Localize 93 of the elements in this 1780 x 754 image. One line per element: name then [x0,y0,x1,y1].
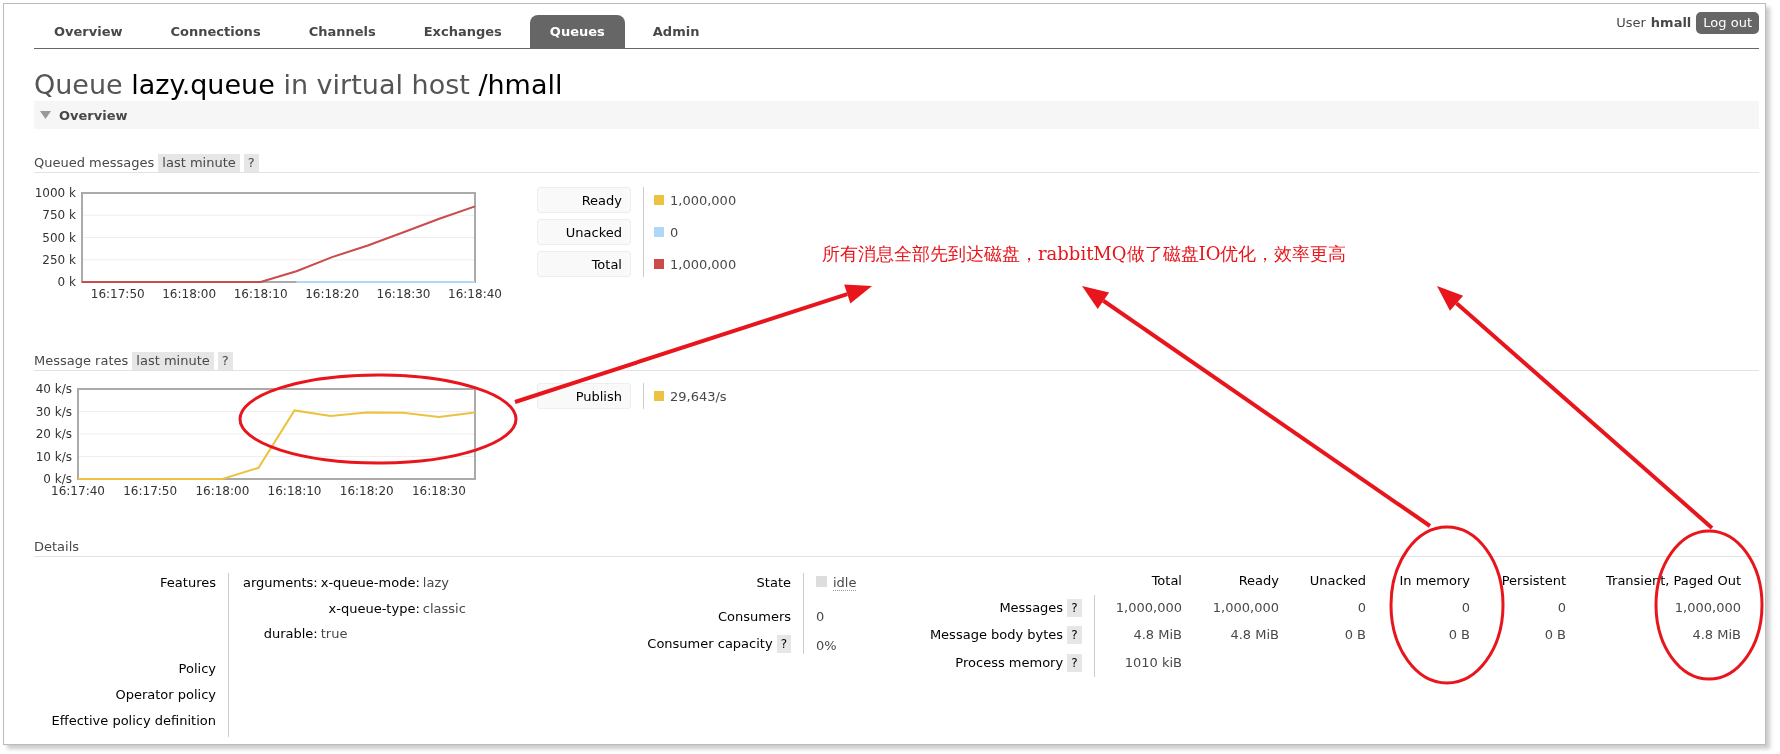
column-header: Unacked [1309,573,1366,589]
field-value: idle [833,575,857,592]
user-label: User [1616,14,1646,32]
axis-label: 16:18:20 [339,484,394,499]
table-cell: 0 B [1448,627,1470,643]
help-button[interactable]: ? [217,351,233,371]
help-button[interactable]: ? [776,635,791,654]
username: hmall [1650,14,1692,32]
help-button[interactable]: ? [243,153,259,173]
field-value: 0% [816,637,838,656]
field-label: x-queue-type: [328,600,420,616]
field-value: classic [422,600,466,616]
field-label: Operator policy [114,686,216,705]
column-header: Total [1151,573,1182,589]
legend-value: 1,000,000 [670,191,737,210]
section-heading: Details [34,537,80,556]
legend-label: Total [537,251,631,278]
column-header: In memory [1399,573,1470,589]
page-title: Queue lazy.queue in virtual host /hmall [34,69,564,102]
nav-tab[interactable]: Admin [632,15,720,48]
status-square-icon [816,576,827,588]
axis-label: 500 k [42,230,76,245]
row-label: Process memory [955,654,1064,670]
range-button[interactable]: last minute [158,153,240,173]
table-cell: 1,000,000 [1674,599,1741,615]
table-cell: 1010 kiB [1124,654,1182,670]
annotation-text: 所有消息全部先到达磁盘，rabbitMQ做了磁盘IO优化，效率更高 [822,242,1347,266]
nav-tab[interactable]: Exchanges [403,15,522,48]
axis-label: 16:18:00 [195,484,250,499]
table-cell: 0 [1461,599,1470,615]
field-value: true [320,626,348,642]
field-label: State [755,574,791,593]
axis-label: 16:18:30 [376,287,431,302]
field-value: lazy [422,575,449,591]
field-label: Effective policy definition [50,712,216,731]
help-button[interactable]: ? [1067,653,1082,672]
axis-label: 16:17:40 [51,484,105,499]
legend-label: Ready [537,187,631,214]
axis-label: 1000 k [34,187,76,201]
legend-label: Unacked [537,219,631,246]
table-cell: 0 [1357,599,1366,615]
table-cell: 4.8 MiB [1133,627,1182,643]
field-label: Consumers [716,607,791,626]
help-button[interactable]: ? [1067,626,1082,645]
legend-value: 29,643/s [670,387,727,406]
field-label: durable: [263,626,318,642]
axis-label: 16:18:30 [411,484,466,499]
nav-tab[interactable]: Overview [34,15,143,48]
legend-value: 1,000,000 [670,255,737,274]
axis-label: 16:18:00 [162,287,217,302]
nav-tab[interactable]: Channels [288,15,396,48]
table-cell: 0 B [1344,627,1366,643]
axis-label: 0 k/s [43,472,72,487]
row-label: Messages [999,599,1064,615]
range-button[interactable]: last minute [132,351,214,371]
table-cell: 4.8 MiB [1230,627,1279,643]
nav-tab[interactable]: Queues [529,15,625,48]
table-cell: 4.8 MiB [1692,627,1741,643]
axis-label: 16:17:50 [123,484,178,499]
chart-heading: Message rates [34,351,129,370]
row-label: Message body bytes [929,627,1064,643]
field-label: x-queue-mode: [320,575,420,591]
field-label: Consumer capacity [647,636,773,652]
axis-label: 16:18:20 [305,287,360,302]
table-cell: 1,000,000 [1212,599,1279,615]
caret-icon [40,111,51,120]
axis-label: 16:18:10 [233,287,288,302]
axis-label: 20 k/s [35,427,72,442]
column-header: Ready [1238,573,1279,589]
axis-label: 16:18:10 [267,484,322,499]
logout-button[interactable]: Log out [1696,12,1759,34]
field-label: arguments: [243,575,318,591]
section-toggle[interactable]: Overview [34,101,1759,130]
nav-tab[interactable]: Connections [150,15,281,48]
field-value: 0 [816,607,826,626]
legend-label: Publish [537,383,631,410]
axis-label: 250 k [42,253,76,268]
axis-label: 40 k/s [35,383,72,397]
help-button[interactable]: ? [1067,598,1082,617]
axis-label: 750 k [42,208,76,223]
axis-label: 16:18:40 [448,287,502,302]
field-label: Policy [177,660,216,679]
axis-label: 10 k/s [35,449,72,464]
axis-label: 0 k [57,275,76,290]
table-cell: 0 [1557,599,1566,615]
axis-label: 30 k/s [35,404,72,419]
column-header: Persistent [1501,573,1566,589]
field-label: Features [159,574,216,593]
table-cell: 1,000,000 [1115,599,1182,615]
table-cell: 0 B [1544,627,1566,643]
axis-label: 16:17:50 [90,287,145,302]
legend-value: 0 [670,223,679,242]
chart-heading: Queued messages [34,153,155,172]
